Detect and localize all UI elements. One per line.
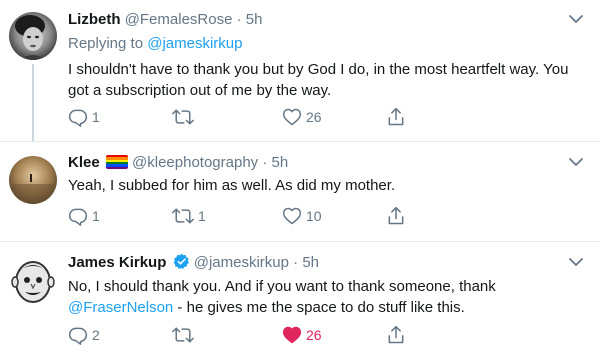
tweet-text: Yeah, I subbed for him as well. As did m… xyxy=(68,177,396,194)
like-button[interactable]: 10 xyxy=(282,205,322,227)
chevron-down-icon[interactable] xyxy=(568,13,584,25)
retweet-button[interactable] xyxy=(172,106,198,128)
thread-line xyxy=(32,64,34,141)
user-handle[interactable]: @kleephotography xyxy=(132,154,258,171)
tweet-header: Lizbeth @FemalesRose · 5h xyxy=(68,9,584,31)
like-icon xyxy=(282,326,302,344)
tweet-james-kirkup[interactable]: James Kirkup @jameskirkup · 5h No, I sho… xyxy=(0,241,600,361)
share-icon xyxy=(388,107,404,126)
retweet-icon xyxy=(172,208,194,224)
divider xyxy=(0,241,600,242)
tweet-text: No, I should thank you. And if you want … xyxy=(68,276,584,318)
share-button[interactable] xyxy=(386,324,406,346)
tweet-text: I shouldn't have to thank you but by God… xyxy=(68,61,569,99)
share-button[interactable] xyxy=(386,106,406,128)
like-button[interactable]: 26 xyxy=(282,324,322,346)
mention-link[interactable]: @FraserNelson xyxy=(68,299,173,316)
separator-dot: · xyxy=(293,254,299,271)
display-name[interactable]: Klee xyxy=(68,154,100,171)
verified-badge-icon xyxy=(173,253,189,269)
user-handle[interactable]: @jameskirkup xyxy=(194,254,289,271)
reply-button[interactable]: 1 xyxy=(68,205,100,227)
reply-count: 1 xyxy=(92,208,100,224)
like-count: 26 xyxy=(306,109,322,125)
display-name[interactable]: James Kirkup xyxy=(68,254,166,271)
share-button[interactable] xyxy=(386,205,406,227)
rainbow-flag-icon xyxy=(105,155,128,169)
tweet-lizbeth[interactable]: Lizbeth @FemalesRose · 5h Replying to @j… xyxy=(0,0,600,141)
tweet-actions: 2 26 xyxy=(68,324,428,346)
retweet-icon xyxy=(172,327,194,343)
avatar-lizbeth[interactable] xyxy=(9,12,57,60)
chevron-down-icon[interactable] xyxy=(568,156,584,168)
retweet-count: 1 xyxy=(198,208,206,224)
avatar-james-kirkup[interactable] xyxy=(9,256,57,304)
retweet-button[interactable] xyxy=(172,324,198,346)
timestamp[interactable]: 5h xyxy=(272,154,289,171)
tweet-klee[interactable]: Klee @kleephotography · 5h Yeah, I subbe… xyxy=(0,141,600,241)
tweet-header: James Kirkup @jameskirkup · 5h xyxy=(68,252,584,274)
share-icon xyxy=(388,206,404,225)
separator-dot: · xyxy=(236,11,242,28)
replying-to-label: Replying to xyxy=(68,35,144,52)
tweet-actions: 1 26 xyxy=(68,106,428,128)
tweet-header: Klee @kleephotography · 5h xyxy=(68,152,584,174)
display-name[interactable]: Lizbeth xyxy=(68,11,121,28)
timestamp[interactable]: 5h xyxy=(302,254,319,271)
share-icon xyxy=(388,325,404,344)
tweet-text-part: No, I should thank you. And if you want … xyxy=(68,278,496,295)
retweet-button[interactable]: 1 xyxy=(172,205,206,227)
chevron-down-icon[interactable] xyxy=(568,256,584,268)
user-handle[interactable]: @FemalesRose xyxy=(125,11,233,28)
reply-icon xyxy=(68,109,88,127)
timestamp[interactable]: 5h xyxy=(246,11,263,28)
replying-to: Replying to @jameskirkup xyxy=(68,34,584,54)
like-count: 10 xyxy=(306,208,322,224)
divider xyxy=(0,141,600,142)
tweet-text-part: - he gives me the space to do stuff like… xyxy=(173,299,465,316)
reply-button[interactable]: 2 xyxy=(68,324,100,346)
reply-button[interactable]: 1 xyxy=(68,106,100,128)
like-button[interactable]: 26 xyxy=(282,106,322,128)
separator-dot: · xyxy=(262,154,268,171)
tweet-actions: 1 1 10 xyxy=(68,205,428,227)
retweet-icon xyxy=(172,109,194,125)
reply-icon xyxy=(68,327,88,345)
like-icon xyxy=(282,108,302,126)
like-count: 26 xyxy=(306,327,322,343)
avatar-klee[interactable] xyxy=(9,156,57,204)
reply-icon xyxy=(68,208,88,226)
reply-count: 1 xyxy=(92,109,100,125)
replying-to-mention[interactable]: @jameskirkup xyxy=(147,35,242,52)
like-icon xyxy=(282,207,302,225)
reply-count: 2 xyxy=(92,327,100,343)
